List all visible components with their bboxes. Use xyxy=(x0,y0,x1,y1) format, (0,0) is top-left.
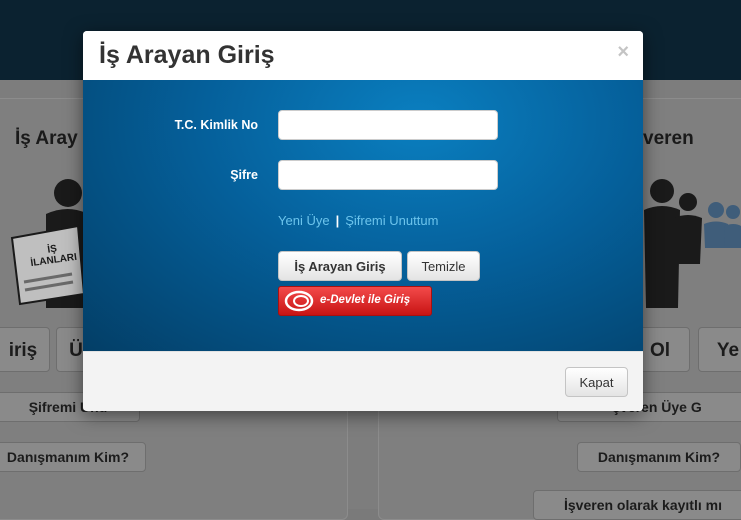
password-label: Şifre xyxy=(230,168,258,182)
close-icon[interactable]: × xyxy=(617,42,629,62)
bg-advisor-button-left[interactable]: Danışmanım Kim? xyxy=(0,442,146,472)
job-seeker-login-button[interactable]: İş Arayan Giriş xyxy=(278,251,402,281)
link-separator: | xyxy=(335,213,340,228)
employer-panel-title: veren xyxy=(643,128,694,149)
edevlet-logo-icon xyxy=(284,290,314,312)
job-seeker-panel-title: İş Aray xyxy=(15,128,78,149)
modal-header: İş Arayan Giriş × xyxy=(83,31,643,80)
tc-id-input[interactable] xyxy=(278,110,498,140)
password-input[interactable] xyxy=(278,160,498,190)
edevlet-label: e-Devlet ile Giriş xyxy=(320,294,411,306)
edevlet-login-button[interactable]: e-Devlet ile Giriş xyxy=(278,286,432,316)
modal-body: T.C. Kimlik No Şifre Yeni Üye | Şifremi Un… xyxy=(83,80,643,351)
clear-button[interactable]: Temizle xyxy=(407,251,480,281)
new-member-link[interactable]: Yeni Üye xyxy=(278,213,330,228)
close-button[interactable]: Kapat xyxy=(565,367,628,397)
auth-links: Yeni Üye | Şifremi Unuttum xyxy=(278,213,438,228)
forgot-password-link[interactable]: Şifremi Unuttum xyxy=(345,213,438,228)
modal-title: İş Arayan Giriş xyxy=(99,41,275,69)
bg-employer-registered-button[interactable]: İşveren olarak kayıtlı mı xyxy=(533,490,741,520)
bg-advisor-button-right[interactable]: Danışmanım Kim? xyxy=(577,442,741,472)
login-modal: İş Arayan Giriş × T.C. Kimlik No Şifre Y… xyxy=(83,31,643,411)
bg-login-button[interactable]: iriş xyxy=(0,327,50,372)
employer-illustration-icon xyxy=(644,179,741,308)
tc-id-label: T.C. Kimlik No xyxy=(174,118,258,132)
modal-footer: Kapat xyxy=(83,351,643,411)
bg-employer-extra-button[interactable]: Ye xyxy=(698,327,741,372)
